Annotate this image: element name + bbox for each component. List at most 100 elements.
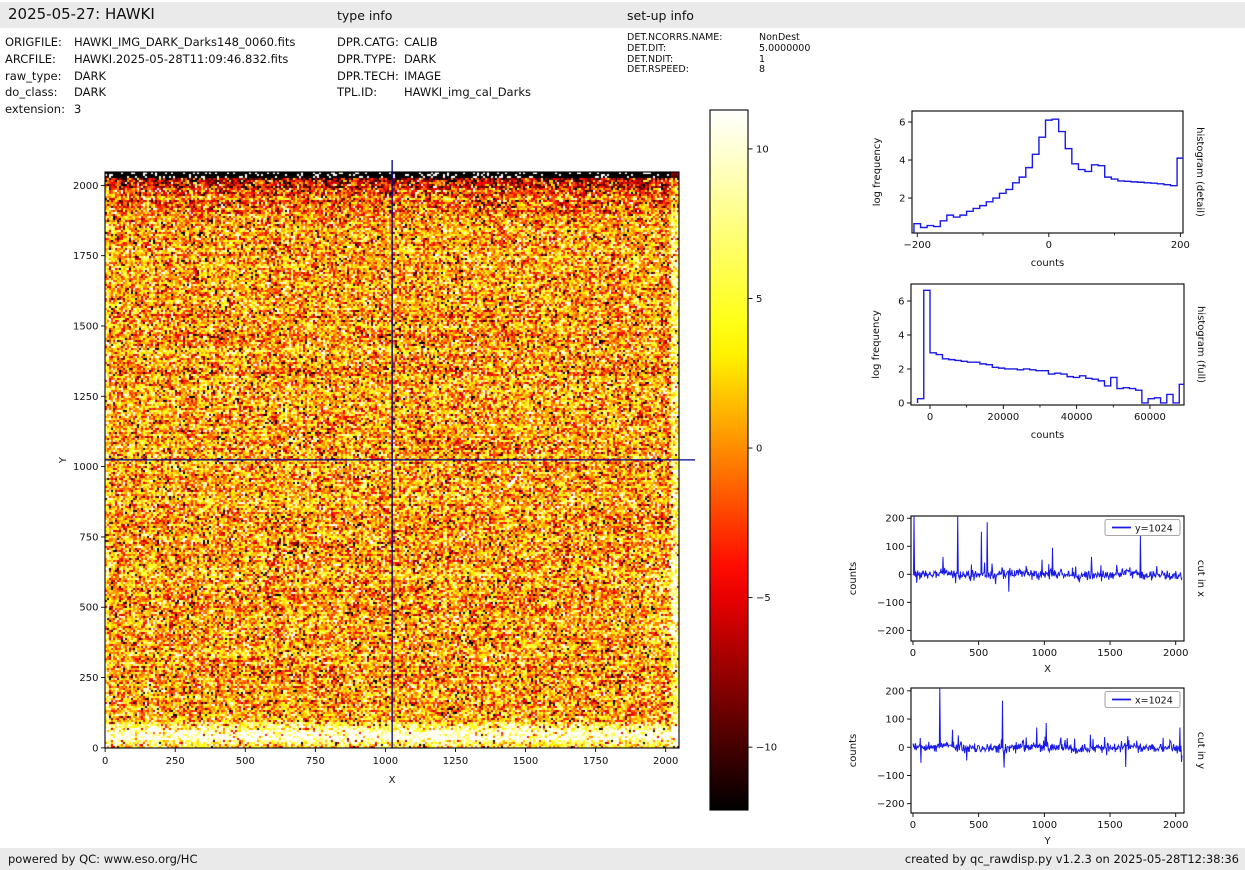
info-value: HAWKI.2025-05-28T11:09:46.832.fits xyxy=(74,51,289,66)
y-tick-label: 4 xyxy=(899,156,905,167)
legend-box xyxy=(1104,519,1181,536)
x-tick-label: 2000 xyxy=(1163,820,1188,831)
y-tick-label: 2 xyxy=(898,364,904,375)
y-tick-label: −200 xyxy=(877,626,904,637)
x-tick-label: 500 xyxy=(236,756,255,767)
x-tick-label: 250 xyxy=(166,756,185,767)
info-value: 5.0000000 xyxy=(759,42,811,54)
y-tick-label: 6 xyxy=(898,296,904,307)
info-label: DPR.CATG: xyxy=(337,35,399,49)
y-tick-label: −100 xyxy=(877,771,904,782)
dark-frame-image xyxy=(105,172,679,748)
x-tick-label: 1500 xyxy=(1097,820,1122,831)
legend-label: y=1024 xyxy=(1135,524,1173,535)
info-row-raw-type: raw_type: DARK xyxy=(5,68,295,85)
x-tick-label: 1000 xyxy=(1032,820,1057,831)
x-tick-label: 1000 xyxy=(1032,648,1057,659)
info-row-do-class: do_class: DARK xyxy=(5,84,295,101)
x-tick-label: 1500 xyxy=(513,756,538,767)
section-title-type-info: type info xyxy=(337,8,393,23)
x-axis-label: X xyxy=(389,775,396,786)
info-label: ARCFILE: xyxy=(5,51,56,66)
info-row-extension: extension: 3 xyxy=(5,101,295,118)
right-axis-label: cut in x xyxy=(1195,560,1206,597)
setup-info-block: DET.NCORRS.NAME: NonDest DET.DIT: 5.000000… xyxy=(627,32,811,76)
legend-box xyxy=(1104,691,1181,708)
info-row-dpr-type: DPR.TYPE: DARK xyxy=(337,51,531,68)
y-tick-label: 0 xyxy=(898,398,904,409)
info-value: IMAGE xyxy=(404,68,442,83)
info-value: 1 xyxy=(759,53,766,65)
x-tick-label: 0 xyxy=(1046,240,1052,251)
x-tick-label: 0 xyxy=(910,648,916,659)
x-tick-label: 1750 xyxy=(583,756,608,767)
y-tick-label: −100 xyxy=(877,598,904,609)
info-value: CALIB xyxy=(404,35,438,49)
plot-frame xyxy=(910,515,1185,642)
cut-line xyxy=(912,688,1183,768)
x-tick-label: 500 xyxy=(969,648,988,659)
info-label: ORIGFILE: xyxy=(5,35,62,49)
x-tick-label: 2000 xyxy=(653,756,678,767)
x-tick-label: 500 xyxy=(969,820,988,831)
info-value: DARK xyxy=(74,85,107,100)
page-title: 2025-05-27: HAWKI xyxy=(8,5,155,23)
info-value: DARK xyxy=(74,68,107,83)
colorbar-tick-label: 0 xyxy=(756,444,762,455)
x-tick-label: 750 xyxy=(306,756,325,767)
info-row-tpl-id: TPL.ID: HAWKI_img_cal_Darks xyxy=(337,84,531,101)
y-axis-label: log frequency xyxy=(871,310,882,379)
y-tick-label: −200 xyxy=(877,799,904,810)
plot-frame xyxy=(911,110,1184,234)
info-label: TPL.ID: xyxy=(337,85,378,100)
info-value: HAWKI_IMG_DARK_Darks148_0060.fits xyxy=(74,35,296,49)
y-tick-label: 1750 xyxy=(73,251,98,262)
plot-frame xyxy=(910,687,1185,814)
x-tick-label: 0 xyxy=(102,756,108,767)
x-axis-label: X xyxy=(1044,664,1051,675)
colorbar-tick-label: 10 xyxy=(756,144,769,155)
y-tick-label: 200 xyxy=(885,686,904,697)
info-label: extension: xyxy=(5,102,65,117)
info-label: DPR.TECH: xyxy=(337,68,399,83)
y-tick-label: 1250 xyxy=(73,392,98,403)
histogram-line xyxy=(916,289,1184,404)
info-value: 3 xyxy=(74,102,82,117)
y-tick-label: 6 xyxy=(899,118,905,129)
y-tick-label: 0 xyxy=(898,743,904,754)
colorbar-tick-label: −5 xyxy=(756,593,771,604)
plot-frame xyxy=(910,283,1185,406)
info-label: raw_type: xyxy=(5,68,62,83)
info-label: DET.DIT: xyxy=(627,42,667,54)
y-axis-label: counts xyxy=(848,562,859,595)
x-axis-label: counts xyxy=(1031,430,1064,441)
file-info-block: ORIGFILE: HAWKI_IMG_DARK_Darks148_0060.fi… xyxy=(5,34,295,118)
info-value: 8 xyxy=(759,64,766,76)
info-label: do_class: xyxy=(5,85,58,100)
info-value: DARK xyxy=(404,51,437,66)
header-bar: 2025-05-27: HAWKI type info set-up info xyxy=(0,2,1245,28)
x-tick-label: 60000 xyxy=(1134,412,1166,423)
right-axis-label: histogram (full) xyxy=(1195,306,1206,383)
info-value: NonDest xyxy=(759,32,800,43)
x-tick-label: 1000 xyxy=(373,756,398,767)
info-row-dit: DET.DIT: 5.0000000 xyxy=(627,42,811,55)
y-tick-label: 2 xyxy=(899,194,905,205)
y-axis-label: Y xyxy=(58,456,69,464)
y-tick-label: 2000 xyxy=(73,181,98,192)
y-tick-label: 1000 xyxy=(73,462,98,473)
x-tick-label: 0 xyxy=(910,820,916,831)
info-value: HAWKI_img_cal_Darks xyxy=(404,85,531,100)
x-tick-label: 2000 xyxy=(1163,648,1188,659)
colorbar-tick-label: −10 xyxy=(756,743,777,754)
y-axis-label: counts xyxy=(848,734,859,767)
footer-bar: powered by QC: www.eso.org/HC created by… xyxy=(0,848,1245,870)
y-tick-label: 0 xyxy=(898,570,904,581)
y-tick-label: 250 xyxy=(79,673,98,684)
colorbar-gradient xyxy=(710,110,748,810)
info-row-arcfile: ARCFILE: HAWKI.2025-05-28T11:09:46.832.fi… xyxy=(5,51,295,68)
footer-right-text: created by qc_rawdisp.py v1.2.3 on 2025-… xyxy=(904,852,1239,866)
cut-line xyxy=(912,516,1183,592)
info-row-dpr-tech: DPR.TECH: IMAGE xyxy=(337,68,531,85)
y-tick-label: 100 xyxy=(885,542,904,553)
